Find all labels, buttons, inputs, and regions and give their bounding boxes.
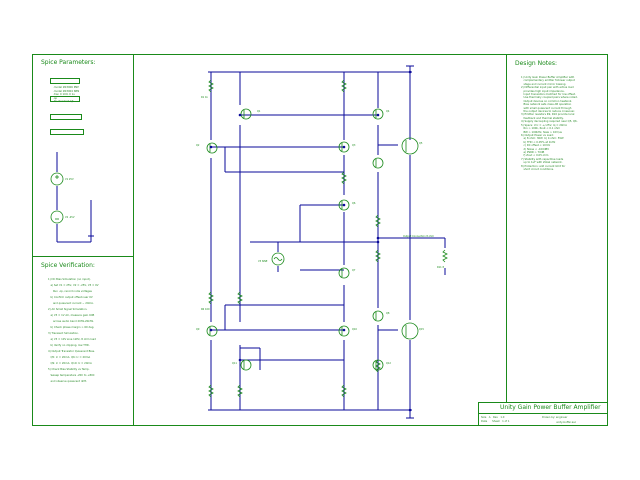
transistor-q5 bbox=[372, 157, 384, 169]
transistor-q2 bbox=[206, 142, 218, 154]
label-q9: Q9 bbox=[196, 328, 200, 331]
label-q5: Q5 bbox=[419, 142, 423, 145]
resistor-r11 bbox=[442, 249, 448, 263]
label-q8: Q8 bbox=[386, 312, 390, 315]
voltage-source-v2 bbox=[50, 210, 64, 224]
label-q7: Q7 bbox=[352, 269, 356, 272]
label-r6: R6 100 bbox=[201, 308, 210, 311]
label-q12: Q12 bbox=[386, 362, 391, 365]
source-v1-label: V1 25V bbox=[65, 178, 74, 181]
label-q4: Q4 bbox=[386, 110, 390, 113]
transistor-q11 bbox=[240, 359, 252, 371]
transistor-q8 bbox=[372, 310, 384, 322]
label-q6: Q6 bbox=[352, 202, 356, 205]
label-q15: Q15 bbox=[419, 328, 424, 331]
signal-source-v3 bbox=[271, 252, 285, 266]
label-q1: Q1 bbox=[257, 110, 261, 113]
circuit-drawing: Q1 Q2 Q3 Q4 Q5 Q6 Q7 Q8 Q9 Q10 Q11 Q12 Q… bbox=[50, 65, 448, 419]
voltage-source-v1 bbox=[50, 172, 64, 186]
label-q2: Q2 bbox=[196, 144, 200, 147]
transistor-q1 bbox=[240, 108, 252, 120]
label-r1: R1 1k bbox=[201, 96, 208, 99]
source-v2-label: V2 -25V bbox=[65, 216, 75, 219]
label-q10: Q10 bbox=[352, 328, 357, 331]
transistor-power-upper bbox=[401, 137, 419, 155]
label-q3: Q3 bbox=[352, 144, 356, 147]
input-source-label: V3 SINE bbox=[258, 260, 268, 263]
transistor-q9 bbox=[206, 325, 218, 337]
label-q11: Q11 bbox=[232, 362, 237, 365]
label-r11: R11 8 bbox=[437, 266, 444, 269]
transistor-power-lower bbox=[401, 322, 419, 340]
output-label: Output Connection 8 ohm bbox=[403, 235, 435, 238]
